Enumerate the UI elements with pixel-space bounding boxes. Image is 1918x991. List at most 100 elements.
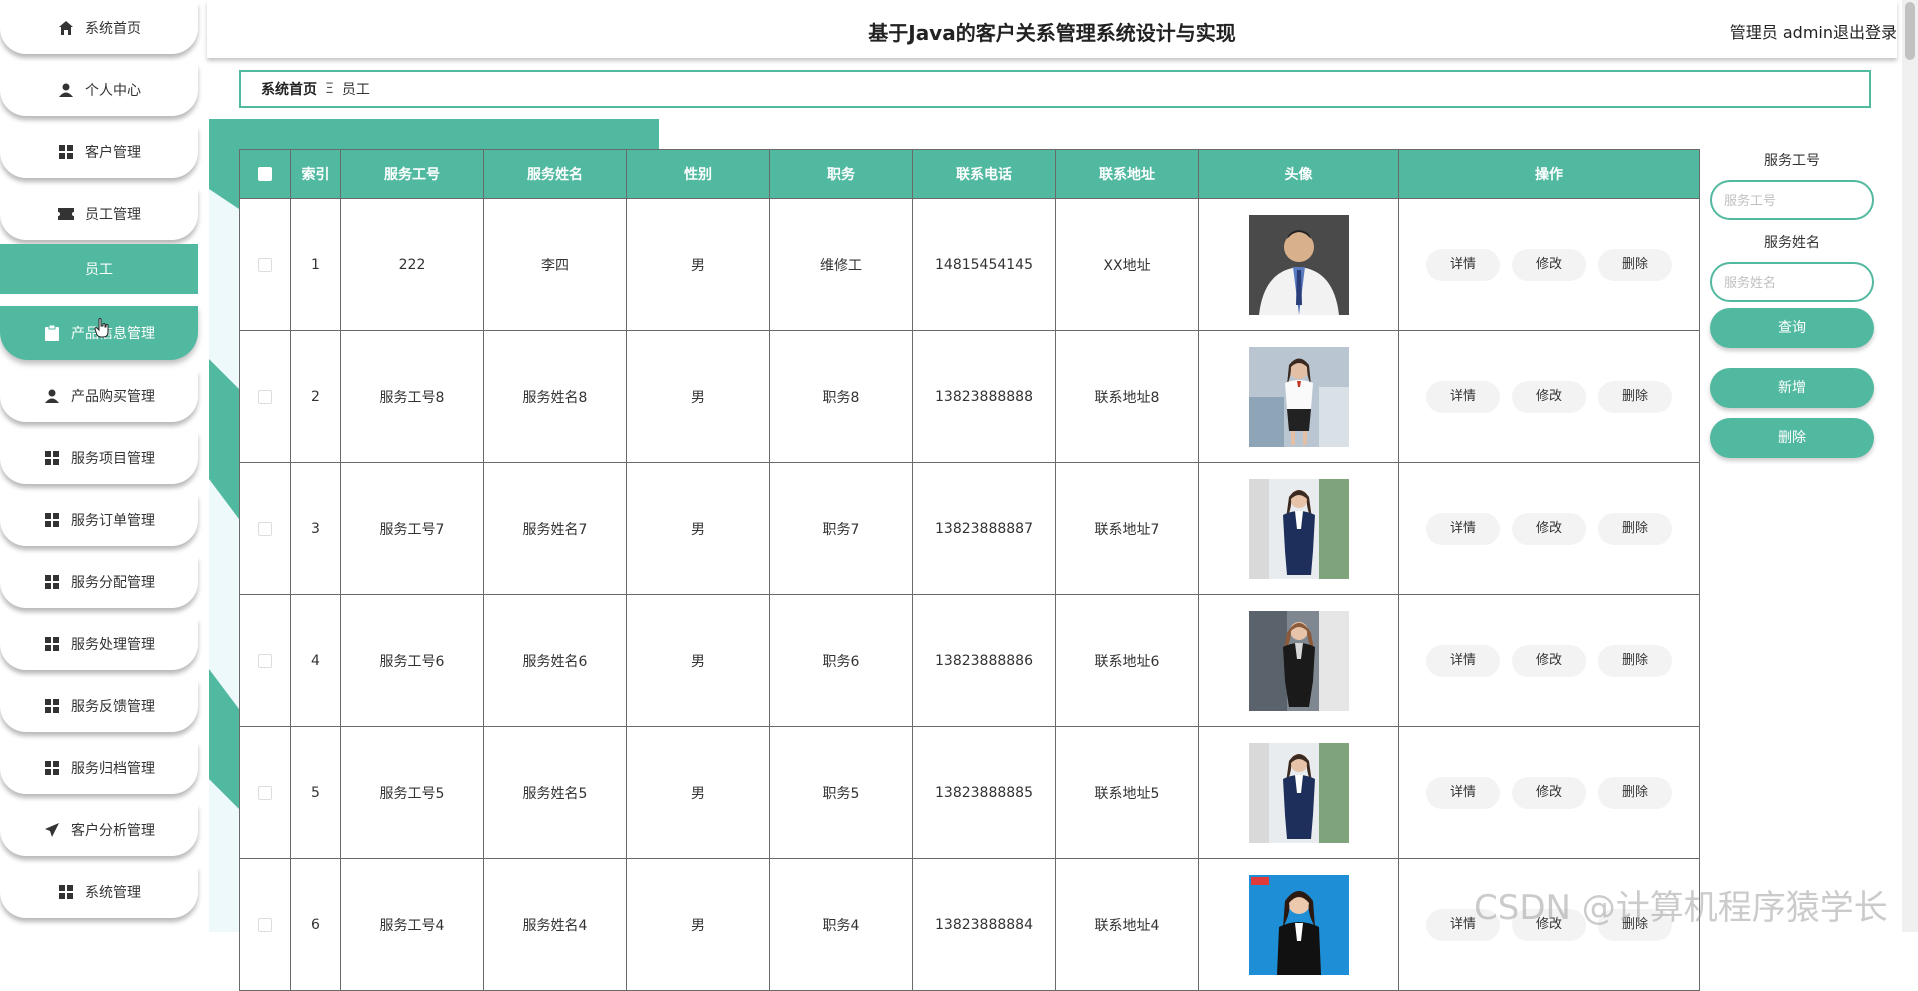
- delete-button[interactable]: 删除: [1598, 380, 1672, 413]
- edit-button[interactable]: 修改: [1512, 380, 1586, 413]
- scrollbar-thumb[interactable]: [1905, 2, 1915, 60]
- user-icon: [57, 81, 75, 99]
- cell-service-name: 服务姓名6: [483, 594, 627, 727]
- cell-select[interactable]: [239, 198, 291, 331]
- row-checkbox[interactable]: [258, 785, 272, 800]
- cell-select[interactable]: [239, 858, 291, 991]
- header-job: 职务: [769, 149, 913, 199]
- sidebar-item-label: 系统首页: [85, 21, 141, 37]
- row-checkbox[interactable]: [258, 389, 272, 404]
- grid-icon: [43, 573, 61, 591]
- edit-button[interactable]: 修改: [1512, 248, 1586, 281]
- sidebar-subitem-staff[interactable]: 员工: [0, 244, 198, 294]
- table-row: 1 222 李四男维修工 14815454145 XX地址 详情 修改 删除: [239, 198, 1700, 331]
- row-checkbox[interactable]: [258, 653, 272, 668]
- sidebar-item-profile[interactable]: 个人中心: [0, 64, 198, 116]
- service-name-input[interactable]: [1710, 262, 1874, 302]
- breadcrumb-home[interactable]: 系统首页: [261, 79, 317, 99]
- table-row: 2 服务工号8 服务姓名8 男职务8 13823888888 联系地址8 详情 修改 删除: [239, 330, 1700, 463]
- sidebar-item-staff[interactable]: 员工管理: [0, 188, 198, 240]
- page-scrollbar[interactable]: [1902, 0, 1918, 932]
- cell-avatar: [1198, 462, 1399, 595]
- row-checkbox[interactable]: [258, 521, 272, 536]
- table-row: 4 服务工号6 服务姓名6 男职务6 13823888886 联系地址6 详情 修改 删除: [239, 594, 1700, 727]
- header-service-name: 服务姓名: [483, 149, 627, 199]
- cell-gender: 男: [626, 198, 770, 331]
- cell-select[interactable]: [239, 330, 291, 463]
- delete-button[interactable]: 删除: [1598, 776, 1672, 809]
- grid-icon: [57, 143, 75, 161]
- cell-index: 5: [290, 726, 341, 859]
- sidebar-item-home[interactable]: 系统首页: [0, 2, 198, 54]
- delete-button[interactable]: 删除: [1598, 248, 1672, 281]
- detail-button[interactable]: 详情: [1426, 380, 1500, 413]
- cell-address: 联系地址5: [1055, 726, 1199, 859]
- detail-button[interactable]: 详情: [1426, 776, 1500, 809]
- cell-gender: 男: [626, 858, 770, 991]
- cell-avatar: [1198, 726, 1399, 859]
- query-button[interactable]: 查询: [1710, 308, 1874, 348]
- cell-service-no: 服务工号8: [340, 330, 484, 463]
- sidebar-item-system[interactable]: 系统管理: [0, 866, 198, 918]
- sidebar-item-label: 服务分配管理: [71, 575, 155, 591]
- cell-select[interactable]: [239, 594, 291, 727]
- cell-select[interactable]: [239, 462, 291, 595]
- avatar-image: [1248, 874, 1349, 975]
- avatar-image: [1248, 742, 1349, 843]
- cell-job: 职务8: [769, 330, 913, 463]
- delete-button[interactable]: 删除: [1598, 512, 1672, 545]
- detail-button[interactable]: 详情: [1426, 248, 1500, 281]
- cell-actions: 详情 修改 删除: [1398, 198, 1700, 331]
- send-icon: [43, 821, 61, 839]
- header-select-all[interactable]: [239, 149, 291, 199]
- avatar-image: [1248, 214, 1349, 315]
- detail-button[interactable]: 详情: [1426, 644, 1500, 677]
- delete-button[interactable]: 删除: [1598, 644, 1672, 677]
- watermark: CSDN @计算机程序猿学长: [1474, 888, 1888, 928]
- cell-phone: 14815454145: [912, 198, 1056, 331]
- sidebar-item-label: 服务反馈管理: [71, 699, 155, 715]
- breadcrumb-separator: Ξ: [325, 81, 334, 97]
- grid-icon: [43, 511, 61, 529]
- batch-delete-button[interactable]: 删除: [1710, 418, 1874, 458]
- decorative-tab: [209, 119, 659, 151]
- service-no-input[interactable]: [1710, 180, 1874, 220]
- grid-icon: [57, 883, 75, 901]
- sidebar-item-service-handle[interactable]: 服务处理管理: [0, 618, 198, 670]
- cell-index: 3: [290, 462, 341, 595]
- sidebar-item-service-assign[interactable]: 服务分配管理: [0, 556, 198, 608]
- cell-select[interactable]: [239, 726, 291, 859]
- sidebar-item-label: 服务处理管理: [71, 637, 155, 653]
- add-button[interactable]: 新增: [1710, 368, 1874, 408]
- row-checkbox[interactable]: [258, 917, 272, 932]
- edit-button[interactable]: 修改: [1512, 644, 1586, 677]
- sidebar-item-service-archive[interactable]: 服务归档管理: [0, 742, 198, 794]
- header-index: 索引: [290, 149, 341, 199]
- header-avatar: 头像: [1198, 149, 1399, 199]
- sidebar-item-service-order[interactable]: 服务订单管理: [0, 494, 198, 546]
- grid-icon: [43, 697, 61, 715]
- cell-avatar: [1198, 858, 1399, 991]
- detail-button[interactable]: 详情: [1426, 512, 1500, 545]
- grid-icon: [43, 759, 61, 777]
- sidebar-item-service-project[interactable]: 服务项目管理: [0, 432, 198, 484]
- sidebar-item-customer-analysis[interactable]: 客户分析管理: [0, 804, 198, 856]
- sidebar-item-customers[interactable]: 客户管理: [0, 126, 198, 178]
- cell-service-name: 李四: [483, 198, 627, 331]
- cell-avatar: [1198, 594, 1399, 727]
- edit-button[interactable]: 修改: [1512, 512, 1586, 545]
- header-service-no: 服务工号: [340, 149, 484, 199]
- sidebar-item-product-purchase[interactable]: 产品购买管理: [0, 370, 198, 422]
- select-all-checkbox[interactable]: [258, 167, 272, 181]
- table-row: 3 服务工号7 服务姓名7 男职务7 13823888887 联系地址7 详情 修改 删除: [239, 462, 1700, 595]
- cell-phone: 13823888884: [912, 858, 1056, 991]
- cell-gender: 男: [626, 330, 770, 463]
- row-checkbox[interactable]: [258, 257, 272, 272]
- header-address: 联系地址: [1055, 149, 1199, 199]
- cell-gender: 男: [626, 462, 770, 595]
- edit-button[interactable]: 修改: [1512, 776, 1586, 809]
- sidebar-item-service-feedback[interactable]: 服务反馈管理: [0, 680, 198, 732]
- service-name-label: 服务姓名: [1764, 235, 1820, 251]
- logout-link[interactable]: 退出登录: [1833, 19, 1897, 43]
- sidebar-item-label: 客户管理: [85, 145, 141, 161]
